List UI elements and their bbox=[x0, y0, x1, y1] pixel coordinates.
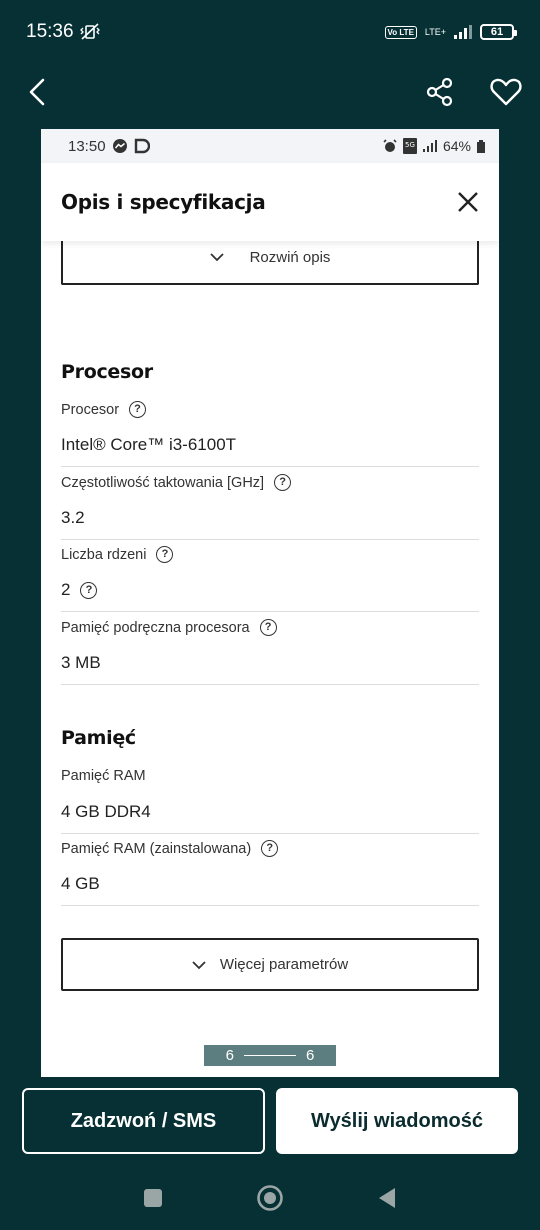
system-nav-bar bbox=[0, 1166, 540, 1230]
help-icon[interactable]: ? bbox=[129, 401, 147, 418]
alarm-icon bbox=[383, 139, 397, 152]
pager-separator bbox=[244, 1054, 296, 1057]
more-parameters-button[interactable]: Więcej parametrów bbox=[61, 938, 479, 991]
battery-level: 61 bbox=[490, 26, 504, 38]
spec-label-text: Pamięć podręczna procesora bbox=[61, 619, 250, 636]
spec-label: Pamięć RAM bbox=[61, 768, 146, 784]
spec-label-text: Pamięć RAM bbox=[61, 768, 146, 784]
heart-icon bbox=[490, 78, 522, 106]
spec-label-text: Procesor bbox=[61, 401, 120, 418]
spec-row: Częstotliwość taktowania [GHz] ? 3.2 bbox=[61, 474, 479, 540]
spec-row: Procesor ? Intel® Core™ i3-6100T bbox=[61, 401, 479, 467]
spec-label-text: Pamięć RAM (zainstalowana) bbox=[61, 840, 252, 857]
back-nav-button[interactable] bbox=[367, 1180, 407, 1216]
spec-value-text: 3 MB bbox=[61, 653, 101, 672]
listing-photo[interactable]: 13:50 5G 64% Opis i specyfikacja Rozwiń … bbox=[41, 129, 499, 1077]
inner-status-bar: 13:50 5G 64% bbox=[41, 129, 499, 163]
signal-icon bbox=[454, 25, 472, 39]
send-message-button[interactable]: Wyślij wiadomość bbox=[276, 1088, 518, 1154]
recents-icon bbox=[144, 1189, 162, 1207]
spec-value-text: 4 GB bbox=[61, 874, 100, 893]
status-time: 15:36 bbox=[26, 21, 74, 42]
chevron-left-icon bbox=[29, 78, 45, 106]
status-right: Vo LTE LTE+ 61 bbox=[384, 24, 517, 40]
chevron-down-icon bbox=[209, 253, 224, 262]
send-message-label: Wyślij wiadomość bbox=[311, 1109, 483, 1132]
spec-label: Pamięć podręczna procesora ? bbox=[61, 619, 277, 636]
help-icon[interactable]: ? bbox=[156, 546, 174, 563]
home-icon bbox=[257, 1185, 283, 1211]
dialog-header: Opis i specyfikacja bbox=[41, 163, 499, 241]
spec-row: Pamięć podręczna procesora ? 3 MB bbox=[61, 619, 479, 685]
inner-time: 13:50 bbox=[68, 137, 106, 155]
more-parameters-label: Więcej parametrów bbox=[219, 956, 349, 973]
spec-value-text: 4 GB DDR4 bbox=[61, 802, 151, 821]
inner-status-right: 5G 64% bbox=[383, 138, 485, 154]
back-button[interactable] bbox=[14, 64, 62, 120]
spec-label: Procesor ? bbox=[61, 401, 147, 418]
spec-value-text: 3.2 bbox=[61, 508, 85, 527]
volte-badge: Vo LTE bbox=[384, 25, 417, 39]
pager-current: 6 bbox=[225, 1047, 234, 1064]
chevron-down-icon bbox=[192, 960, 206, 969]
spec-value: 3 MB bbox=[61, 653, 101, 673]
help-icon[interactable]: ? bbox=[259, 619, 277, 636]
spec-label-text: Liczba rdzeni bbox=[61, 546, 147, 563]
spec-label: Liczba rdzeni ? bbox=[61, 546, 174, 563]
pager-total: 6 bbox=[306, 1047, 315, 1064]
expand-description-label: Rozwiń opis bbox=[249, 248, 331, 266]
network-type: LTE+ bbox=[424, 27, 446, 37]
app-notification-icon bbox=[134, 138, 150, 154]
dialog-title: Opis i specyfikacja bbox=[61, 190, 266, 214]
share-button[interactable] bbox=[416, 64, 464, 120]
battery-icon bbox=[477, 139, 485, 153]
close-icon[interactable] bbox=[457, 191, 479, 213]
spec-value: 4 GB bbox=[61, 874, 100, 894]
status-bar: 15:36 Vo LTE LTE+ 61 bbox=[0, 0, 540, 64]
svg-text:5G: 5G bbox=[405, 141, 415, 149]
share-icon bbox=[426, 77, 453, 107]
spec-label: Pamięć RAM (zainstalowana) ? bbox=[61, 840, 279, 857]
spec-value: 2 ? bbox=[61, 580, 98, 600]
back-triangle-icon bbox=[379, 1188, 395, 1208]
5g-icon: 5G bbox=[402, 138, 417, 154]
favorite-button[interactable] bbox=[482, 64, 530, 120]
spec-value-text: Intel® Core™ i3-6100T bbox=[61, 435, 237, 454]
call-sms-button[interactable]: Zadzwoń / SMS bbox=[22, 1088, 265, 1154]
image-pager: 6 6 bbox=[204, 1045, 336, 1066]
spec-label: Częstotliwość taktowania [GHz] ? bbox=[61, 474, 292, 491]
battery-icon: 61 bbox=[480, 24, 517, 40]
help-icon[interactable]: ? bbox=[274, 474, 292, 491]
help-icon[interactable]: ? bbox=[261, 840, 279, 857]
vibrate-off-icon bbox=[79, 23, 100, 40]
home-button[interactable] bbox=[250, 1180, 290, 1216]
spec-value: Intel® Core™ i3-6100T bbox=[61, 435, 236, 455]
inner-status-left: 13:50 bbox=[68, 138, 150, 155]
signal-icon bbox=[422, 140, 437, 152]
spec-value: 3.2 bbox=[61, 508, 85, 528]
section-title-procesor: Procesor bbox=[61, 361, 153, 383]
status-left: 15:36 bbox=[26, 21, 100, 43]
section-title-pamiec: Pamięć bbox=[61, 727, 136, 749]
recents-button[interactable] bbox=[133, 1180, 173, 1216]
spec-row: Pamięć RAM 4 GB DDR4 bbox=[61, 768, 479, 834]
help-icon[interactable]: ? bbox=[80, 581, 98, 599]
app-bar bbox=[0, 64, 540, 120]
call-sms-label: Zadzwoń / SMS bbox=[70, 1109, 217, 1132]
messenger-icon bbox=[112, 139, 127, 153]
spec-row: Pamięć RAM (zainstalowana) ? 4 GB bbox=[61, 840, 479, 906]
spec-value-text: 2 bbox=[61, 580, 71, 599]
spec-row: Liczba rdzeni ? 2 ? bbox=[61, 546, 479, 612]
spec-label-text: Częstotliwość taktowania [GHz] bbox=[61, 474, 265, 491]
inner-battery: 64% bbox=[442, 138, 471, 154]
spec-value: 4 GB DDR4 bbox=[61, 802, 151, 822]
